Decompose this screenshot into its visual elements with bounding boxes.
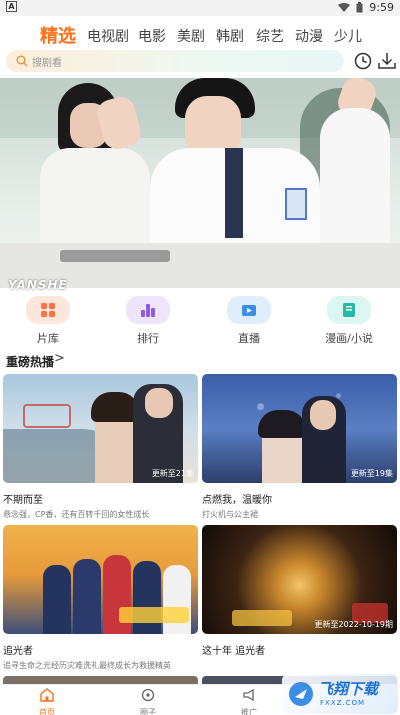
tab-variety[interactable]: 综艺 bbox=[256, 26, 284, 46]
quick-nav-live-label: 直播 bbox=[238, 332, 260, 345]
tab-korean-series[interactable]: 韩剧 bbox=[216, 26, 244, 46]
logo-icon bbox=[289, 682, 313, 706]
card-title[interactable]: 点燃我，温暖你 bbox=[202, 491, 397, 506]
history-clock-icon[interactable] bbox=[352, 50, 374, 72]
card-title[interactable]: 不期而至 bbox=[3, 491, 198, 506]
live-tv-icon bbox=[227, 296, 271, 324]
battery-icon bbox=[356, 2, 363, 13]
site-watermark: 飞翔下载 FXXZ.COM bbox=[282, 674, 398, 714]
video-card[interactable]: 更新至19集 点燃我，温暖你 打火机与公主裙 bbox=[202, 374, 397, 520]
card-description: 悬念强，CP香，还有百转千回的女性成长 bbox=[3, 510, 150, 519]
tab-movies[interactable]: 电影 bbox=[138, 26, 166, 46]
card-poster[interactable] bbox=[3, 525, 198, 634]
nav-circle-label: 圈子 bbox=[140, 708, 156, 715]
search-placeholder: 搜剧看 bbox=[32, 58, 62, 69]
nav-promote[interactable]: 推广 bbox=[219, 687, 279, 715]
video-card[interactable]: 追光者 追寻生命之光经历灾难洗礼最终成长为救援精英 bbox=[3, 525, 198, 671]
card-description: 打火机与公主裙 bbox=[202, 510, 258, 519]
hero-banner[interactable] bbox=[0, 78, 400, 288]
circle-icon bbox=[141, 688, 155, 702]
video-card[interactable]: 更新至2022-10-19期 这十年 追光者 bbox=[202, 525, 397, 660]
search-icon bbox=[16, 55, 28, 67]
next-card-peek bbox=[3, 676, 198, 684]
tab-featured[interactable]: 精选 bbox=[40, 22, 76, 48]
watermark-text: 飞翔下载 bbox=[318, 680, 379, 698]
card-title[interactable]: 追光者 bbox=[3, 642, 198, 657]
banner-caption: YANSHE bbox=[8, 278, 68, 292]
nav-home-label: 首页 bbox=[39, 708, 55, 715]
quick-nav-comics[interactable]: 漫画/小说 bbox=[309, 296, 389, 346]
quick-nav-ranking-label: 排行 bbox=[137, 332, 159, 345]
download-icon[interactable] bbox=[376, 50, 398, 72]
megaphone-icon bbox=[243, 688, 254, 702]
tab-us-series[interactable]: 美剧 bbox=[177, 26, 205, 46]
category-tabs: 精选 电视剧 电影 美剧 韩剧 综艺 动漫 少儿 bbox=[0, 22, 400, 50]
card-poster[interactable]: 更新至19集 bbox=[202, 374, 397, 483]
card-poster[interactable]: 更新至2022-10-19期 bbox=[202, 525, 397, 634]
bar-chart-icon bbox=[126, 296, 170, 324]
quick-nav-live[interactable]: 直播 bbox=[209, 296, 289, 346]
book-icon bbox=[327, 296, 371, 324]
status-time: 9:59 bbox=[369, 1, 394, 14]
tab-tv-series[interactable]: 电视剧 bbox=[87, 26, 129, 46]
video-card[interactable]: 更新至21集 不期而至 悬念强，CP香，还有百转千回的女性成长 bbox=[3, 374, 198, 520]
section-title[interactable]: 重磅热播 bbox=[6, 353, 54, 370]
quick-nav-library-label: 片库 bbox=[37, 332, 59, 345]
section-more-arrow[interactable]: > bbox=[54, 351, 65, 366]
card-update-badge: 更新至19集 bbox=[350, 469, 393, 478]
search-input[interactable]: 搜剧看 bbox=[6, 50, 344, 72]
nav-circle[interactable]: 圈子 bbox=[118, 687, 178, 715]
card-update-badge: 更新至21集 bbox=[151, 469, 194, 478]
app-notification-icon: A bbox=[6, 1, 17, 12]
status-bar: A 9:59 bbox=[0, 0, 400, 16]
home-icon bbox=[40, 688, 54, 702]
card-poster[interactable]: 更新至21集 bbox=[3, 374, 198, 483]
tab-kids[interactable]: 少儿 bbox=[334, 26, 362, 46]
card-title[interactable]: 这十年 追光者 bbox=[202, 642, 397, 657]
quick-nav-ranking[interactable]: 排行 bbox=[108, 296, 188, 346]
card-update-badge: 更新至2022-10-19期 bbox=[314, 620, 394, 629]
card-description: 追寻生命之光经历灾难洗礼最终成长为救援精英 bbox=[3, 661, 171, 670]
tab-anime[interactable]: 动漫 bbox=[295, 26, 323, 46]
watermark-subtext: FXXZ.COM bbox=[320, 699, 366, 707]
quick-nav-library[interactable]: 片库 bbox=[8, 296, 88, 346]
wifi-icon bbox=[338, 2, 351, 12]
nav-promote-label: 推广 bbox=[241, 708, 257, 715]
grid-icon bbox=[26, 296, 70, 324]
quick-nav-comics-label: 漫画/小说 bbox=[325, 332, 373, 345]
nav-home[interactable]: 首页 bbox=[17, 687, 77, 715]
quick-nav: 片库 排行 直播 漫画/小说 bbox=[0, 296, 400, 352]
